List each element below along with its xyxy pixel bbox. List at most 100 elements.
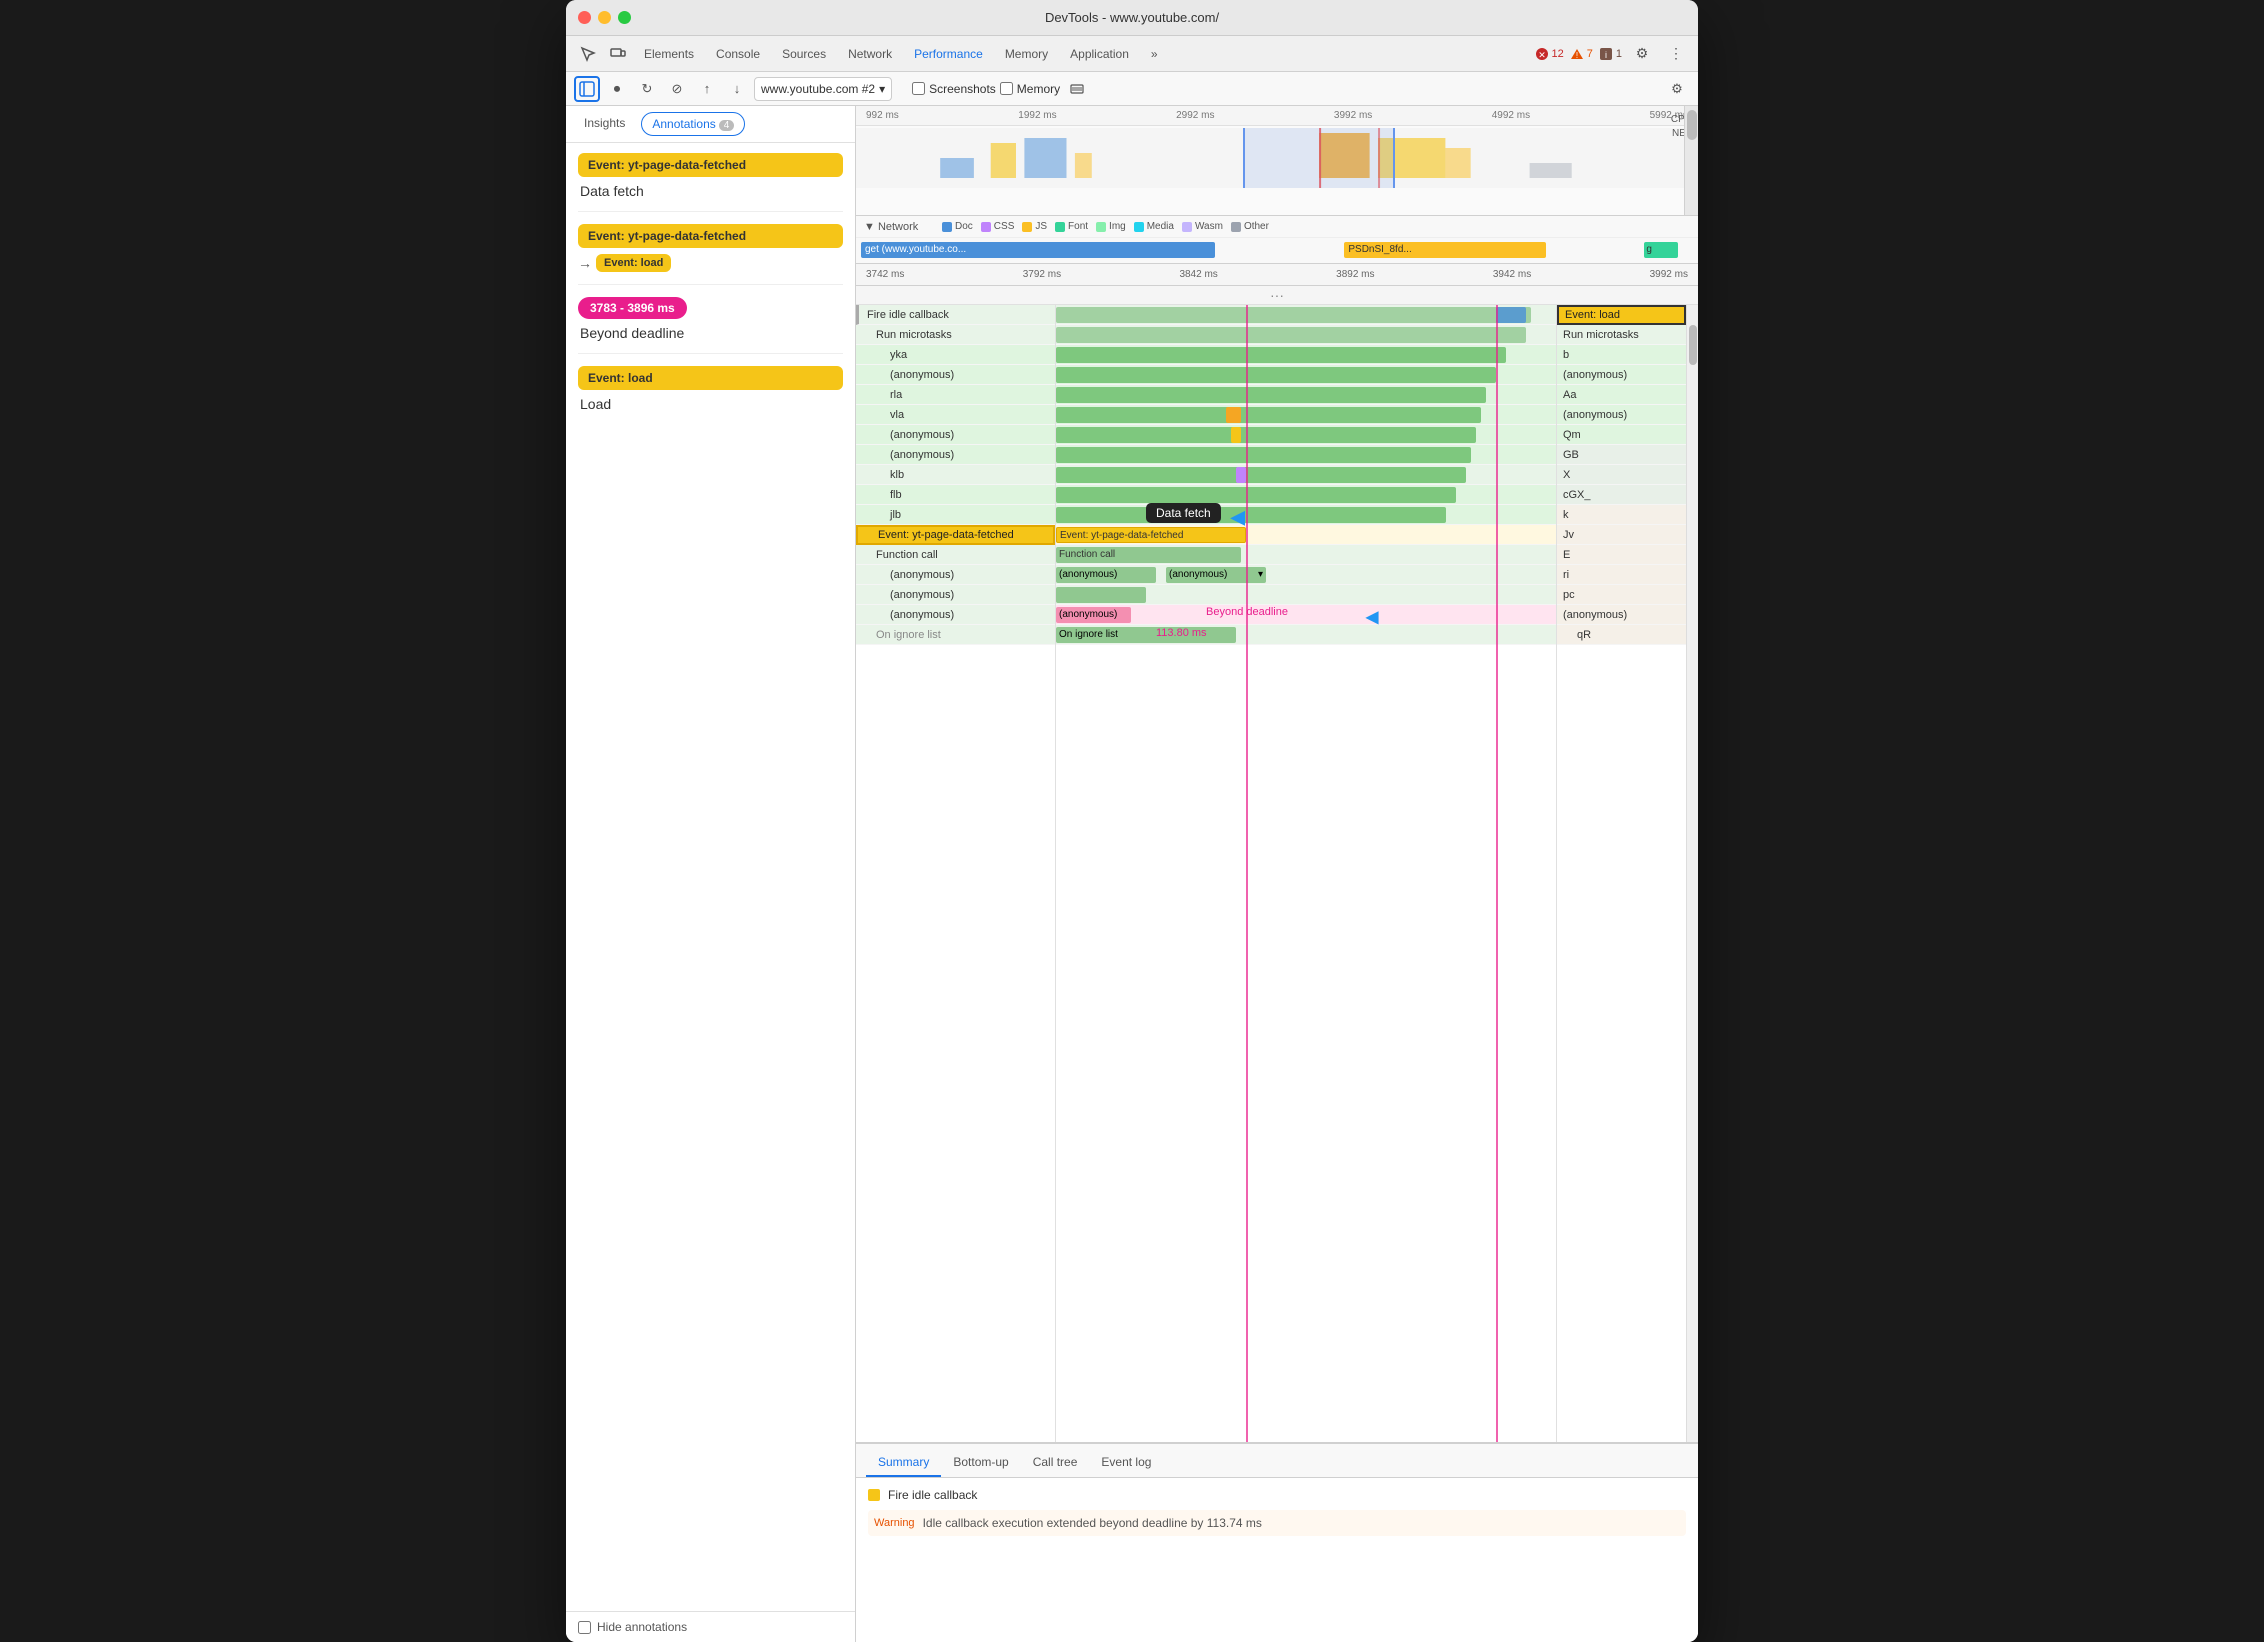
right-row-14[interactable]: pc: [1557, 585, 1686, 605]
timeline-scrollbar[interactable]: [1684, 106, 1698, 215]
settings-icon[interactable]: ⚙: [1628, 40, 1656, 68]
close-button[interactable]: [578, 11, 591, 24]
tab-application[interactable]: Application: [1060, 43, 1139, 65]
perf-settings-btn[interactable]: ⚙: [1664, 76, 1690, 102]
memory-checkbox[interactable]: Memory: [1000, 82, 1060, 96]
more-options-icon[interactable]: ⋮: [1662, 40, 1690, 68]
right-row-8[interactable]: X: [1557, 465, 1686, 485]
clear-btn[interactable]: ⊘: [664, 76, 690, 102]
memory-input[interactable]: [1000, 82, 1013, 95]
event-badge-load-2[interactable]: Event: load: [578, 366, 843, 390]
flame-row-10[interactable]: jlb: [856, 505, 1055, 525]
tab-console[interactable]: Console: [706, 43, 770, 65]
flame-row-3[interactable]: (anonymous): [856, 365, 1055, 385]
right-row-10[interactable]: k: [1557, 505, 1686, 525]
sidebar-toggle-btn[interactable]: [574, 76, 600, 102]
screenshots-checkbox[interactable]: Screenshots: [912, 82, 996, 96]
bar-run-micro[interactable]: [1056, 327, 1526, 343]
flame-scrollbar[interactable]: [1686, 305, 1698, 1442]
bar-vla[interactable]: [1056, 407, 1481, 423]
bar-klb[interactable]: [1056, 467, 1466, 483]
flame-row-2[interactable]: yka: [856, 345, 1055, 365]
tab-summary[interactable]: Summary: [866, 1449, 941, 1477]
network-request-1[interactable]: get (www.youtube.co...: [861, 242, 1215, 258]
right-row-2[interactable]: b: [1557, 345, 1686, 365]
network-request-2[interactable]: PSDnSI_8fd...: [1344, 242, 1546, 258]
bar-fire-idle-right[interactable]: [1496, 307, 1526, 323]
right-row-11[interactable]: Jv: [1557, 525, 1686, 545]
bar-fire-idle[interactable]: [1056, 307, 1531, 323]
bar-function-call[interactable]: Function call: [1056, 547, 1241, 563]
bar-anon-2[interactable]: [1056, 427, 1476, 443]
right-row-16[interactable]: qR: [1557, 625, 1686, 645]
bar-flb[interactable]: [1056, 487, 1456, 503]
tab-memory[interactable]: Memory: [995, 43, 1058, 65]
flame-row-14[interactable]: (anonymous): [856, 585, 1055, 605]
bar-event-yt[interactable]: Event: yt-page-data-fetched: [1056, 527, 1246, 543]
maximize-button[interactable]: [618, 11, 631, 24]
right-row-15[interactable]: (anonymous): [1557, 605, 1686, 625]
right-row-9[interactable]: cGX_: [1557, 485, 1686, 505]
memory-icon[interactable]: [1064, 76, 1090, 102]
info-count[interactable]: i 1: [1599, 47, 1622, 61]
bar-anon-1[interactable]: [1056, 367, 1496, 383]
device-toggle-icon[interactable]: [604, 40, 632, 68]
flame-row-15[interactable]: (anonymous): [856, 605, 1055, 625]
right-row-6[interactable]: Qm: [1557, 425, 1686, 445]
tab-bottom-up[interactable]: Bottom-up: [941, 1449, 1020, 1477]
flame-row-12[interactable]: Function call: [856, 545, 1055, 565]
tab-sources[interactable]: Sources: [772, 43, 836, 65]
flame-row-7[interactable]: (anonymous): [856, 445, 1055, 465]
flame-row-13[interactable]: (anonymous): [856, 565, 1055, 585]
refresh-btn[interactable]: ↻: [634, 76, 660, 102]
flame-row-5[interactable]: vla: [856, 405, 1055, 425]
hide-annotations-checkbox[interactable]: Hide annotations: [566, 1611, 855, 1642]
flame-row-6[interactable]: (anonymous): [856, 425, 1055, 445]
event-badge-yt-page-2[interactable]: Event: yt-page-data-fetched: [578, 224, 843, 248]
flame-row-16[interactable]: On ignore list: [856, 625, 1055, 645]
right-row-0[interactable]: Event: load: [1557, 305, 1686, 325]
flame-row-4[interactable]: rla: [856, 385, 1055, 405]
hide-annotations-input[interactable]: [578, 1621, 591, 1634]
screenshots-input[interactable]: [912, 82, 925, 95]
minimize-button[interactable]: [598, 11, 611, 24]
warning-count[interactable]: ! 7: [1570, 47, 1593, 61]
right-row-12[interactable]: E: [1557, 545, 1686, 565]
tab-insights[interactable]: Insights: [574, 112, 635, 136]
tab-network[interactable]: Network: [838, 43, 902, 65]
error-count[interactable]: ✕ 12: [1535, 47, 1564, 61]
upload-btn[interactable]: ↑: [694, 76, 720, 102]
right-row-4[interactable]: Aa: [1557, 385, 1686, 405]
right-row-7[interactable]: GB: [1557, 445, 1686, 465]
bar-anon-5-dropdown[interactable]: (anonymous)▾: [1166, 567, 1266, 583]
inspect-element-icon[interactable]: [574, 40, 602, 68]
network-request-3[interactable]: g: [1644, 242, 1678, 258]
bar-yka[interactable]: [1056, 347, 1506, 363]
download-btn[interactable]: ↓: [724, 76, 750, 102]
tab-more[interactable]: »: [1141, 43, 1168, 65]
right-row-1[interactable]: Run microtasks: [1557, 325, 1686, 345]
record-btn[interactable]: ⏺: [604, 76, 630, 102]
timeline-selection[interactable]: [1243, 128, 1395, 188]
right-row-13[interactable]: ri: [1557, 565, 1686, 585]
scrollbar-thumb[interactable]: [1689, 325, 1697, 365]
right-row-5[interactable]: (anonymous): [1557, 405, 1686, 425]
tab-performance[interactable]: Performance: [904, 43, 993, 65]
deadline-badge[interactable]: 3783 - 3896 ms: [578, 297, 687, 319]
flame-row-8[interactable]: klb: [856, 465, 1055, 485]
bar-jlb[interactable]: [1056, 507, 1446, 523]
right-row-3[interactable]: (anonymous): [1557, 365, 1686, 385]
flame-row-9[interactable]: flb: [856, 485, 1055, 505]
event-badge-load-1[interactable]: Event: load: [596, 254, 671, 272]
bar-rla[interactable]: [1056, 387, 1486, 403]
flame-row-11[interactable]: Event: yt-page-data-fetched: [856, 525, 1055, 545]
recording-selector[interactable]: www.youtube.com #2 ▾: [754, 77, 892, 101]
bar-on-ignore[interactable]: On ignore list: [1056, 627, 1236, 643]
tab-call-tree[interactable]: Call tree: [1021, 1449, 1090, 1477]
flame-row-1[interactable]: Run microtasks: [856, 325, 1055, 345]
bar-anon-3[interactable]: [1056, 447, 1471, 463]
bar-anon-6[interactable]: [1056, 587, 1146, 603]
event-badge-yt-page-1[interactable]: Event: yt-page-data-fetched: [578, 153, 843, 177]
flame-row-0[interactable]: Fire idle callback: [856, 305, 1055, 325]
network-track-label[interactable]: ▼ Network: [864, 221, 934, 233]
